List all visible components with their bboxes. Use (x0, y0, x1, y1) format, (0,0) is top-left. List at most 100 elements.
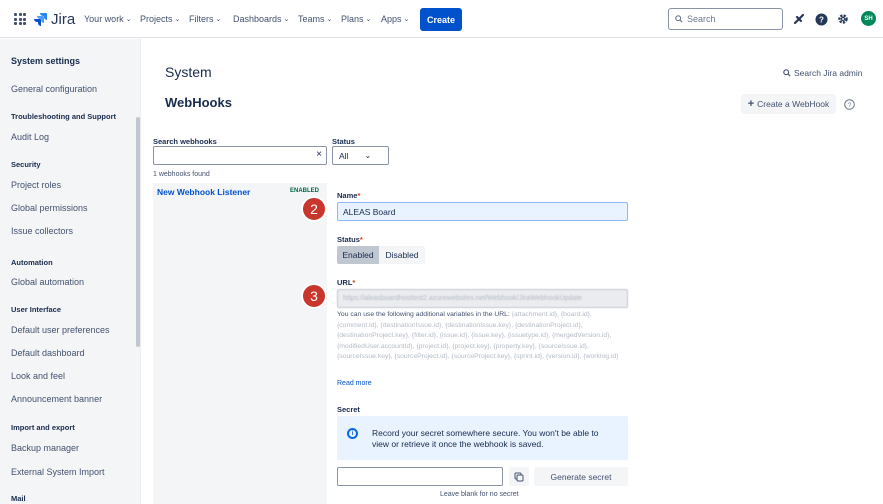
settings-gear-icon[interactable] (835, 11, 851, 27)
chevron-down-icon: ⌄ (365, 16, 372, 23)
global-search-input[interactable]: Search (668, 8, 783, 30)
name-field-label: Name* (337, 191, 360, 200)
user-avatar[interactable]: SH (861, 11, 876, 26)
search-webhooks-input[interactable]: × (153, 146, 327, 165)
jira-logo-text: Jira (51, 10, 76, 28)
svg-text:?: ? (847, 102, 851, 109)
status-badge: ENABLED (290, 188, 320, 194)
status-filter-value: All (339, 150, 349, 161)
search-placeholder: Search (687, 14, 716, 24)
copy-secret-button[interactable] (509, 467, 529, 486)
nav-teams[interactable]: Teams ⌄ (298, 0, 332, 38)
svg-text:?: ? (819, 15, 824, 24)
chevron-down-icon: ⌄ (326, 16, 333, 23)
search-jira-admin-label: Search Jira admin (794, 68, 863, 78)
nav-projects[interactable]: Projects ⌄ (140, 0, 180, 38)
nav-dashboards[interactable]: Dashboards ⌄ (233, 0, 289, 38)
chevron-down-icon: ⌄ (215, 16, 222, 23)
nav-apps[interactable]: Apps ⌄ (381, 0, 409, 38)
url-variables-help: You can use the following additional var… (337, 310, 629, 363)
sidebar-item-default-dashboard[interactable]: Default dashboard (11, 348, 85, 358)
chevron-down-icon: ⌄ (403, 16, 410, 23)
search-jira-admin-link[interactable]: Search Jira admin (783, 68, 863, 78)
chevron-down-icon: ⌄ (125, 16, 132, 23)
nav-your-work[interactable]: Your work ⌄ (84, 0, 132, 38)
secret-hint: Leave blank for no secret (440, 491, 519, 498)
secret-info-message: i Record your secret somewhere secure. Y… (337, 416, 628, 460)
sidebar-title: System settings (11, 56, 81, 66)
clear-icon[interactable]: × (316, 149, 322, 160)
question-circle-icon: ? (843, 98, 855, 110)
name-label-text: Name (337, 191, 358, 200)
search-icon (675, 15, 683, 23)
create-webhook-label: Create a WebHook (757, 99, 830, 109)
nav-label: Filters (189, 14, 214, 24)
admin-sidebar: System settings General configuration Tr… (0, 39, 141, 504)
top-navigation: Jira Your work ⌄ Projects ⌄ Filters ⌄ Dashb… (0, 0, 883, 38)
webhook-name-input[interactable]: ALEAS Board (337, 202, 628, 221)
status-field-label: Status* (337, 235, 363, 244)
url-field-label: URL* (337, 278, 355, 287)
nav-label: Plans (341, 14, 364, 24)
required-marker: * (352, 278, 356, 287)
url-help-variables: {attachment.id}, {board.id}, {comment.id… (337, 311, 619, 360)
sidebar-heading-mail: Mail (11, 494, 26, 503)
sidebar-item-global-permissions[interactable]: Global permissions (11, 203, 88, 213)
status-filter-label: Status (332, 137, 355, 146)
app-switcher-icon[interactable] (14, 13, 26, 25)
webhook-list-item[interactable]: New Webhook Listener (157, 187, 250, 197)
info-icon: i (347, 428, 358, 439)
webhook-list: New Webhook Listener ENABLED (153, 183, 327, 504)
jira-mark-icon (34, 13, 47, 26)
help-icon[interactable]: ? (813, 11, 829, 27)
sidebar-item-audit-log[interactable]: Audit Log (11, 132, 49, 142)
status-label-text: Status (337, 235, 360, 244)
sidebar-heading-import-export: Import and export (11, 423, 75, 432)
url-help-intro: You can use the following additional var… (337, 311, 510, 318)
sidebar-item-announcement-banner[interactable]: Announcement banner (11, 394, 102, 404)
required-marker: * (359, 235, 363, 244)
step-marker-url: 3 (301, 283, 327, 309)
create-button[interactable]: Create (420, 8, 462, 31)
secret-field-label: Secret (337, 405, 360, 414)
status-filter-select[interactable]: All ⌄ (332, 146, 389, 165)
sidebar-heading-user-interface: User Interface (11, 305, 62, 314)
generate-secret-button[interactable]: Generate secret (534, 467, 628, 486)
nav-filters[interactable]: Filters ⌄ (189, 0, 221, 38)
nav-label: Dashboards (233, 14, 282, 24)
nav-plans[interactable]: Plans ⌄ (341, 0, 371, 38)
sidebar-item-project-roles[interactable]: Project roles (11, 180, 61, 190)
plus-icon: + (747, 98, 755, 110)
webhook-help-button[interactable]: ? (840, 94, 858, 114)
page-subtitle: WebHooks (165, 95, 232, 110)
sidebar-item-default-user-preferences[interactable]: Default user preferences (11, 325, 110, 335)
status-enabled-option[interactable]: Enabled (337, 246, 379, 264)
sidebar-item-issue-collectors[interactable]: Issue collectors (11, 226, 73, 236)
nav-label: Apps (381, 14, 402, 24)
create-webhook-button[interactable]: + Create a WebHook (741, 94, 836, 114)
chevron-down-icon: ⌄ (174, 16, 181, 23)
step-marker-name: 2 (301, 196, 327, 222)
webhook-url-input[interactable]: https://aleasboardhosttest2.azurewebsite… (337, 289, 628, 308)
sidebar-item-external-system-import[interactable]: External System Import (11, 467, 105, 477)
copy-icon (514, 472, 524, 481)
status-disabled-option[interactable]: Disabled (379, 246, 425, 264)
url-label-text: URL (337, 278, 353, 287)
required-marker: * (357, 191, 361, 200)
sidebar-item-backup-manager[interactable]: Backup manager (11, 443, 79, 453)
chevron-down-icon: ⌄ (364, 151, 372, 160)
secret-input[interactable] (337, 467, 503, 486)
nav-label: Teams (298, 14, 325, 24)
sidebar-heading-automation: Automation (11, 258, 53, 267)
search-webhooks-label: Search webhooks (153, 137, 217, 146)
jira-logo[interactable]: Jira (33, 9, 75, 29)
notifications-icon[interactable] (791, 11, 807, 27)
sidebar-item-global-automation[interactable]: Global automation (11, 277, 84, 287)
chevron-down-icon: ⌄ (283, 16, 290, 23)
sidebar-item-general-configuration[interactable]: General configuration (11, 84, 97, 94)
read-more-link[interactable]: Read more (337, 380, 372, 387)
sidebar-scrollbar[interactable] (136, 117, 140, 347)
webhooks-found-count: 1 webhooks found (153, 171, 210, 178)
sidebar-heading-troubleshooting: Troubleshooting and Support (11, 112, 116, 121)
sidebar-item-look-and-feel[interactable]: Look and feel (11, 371, 65, 381)
